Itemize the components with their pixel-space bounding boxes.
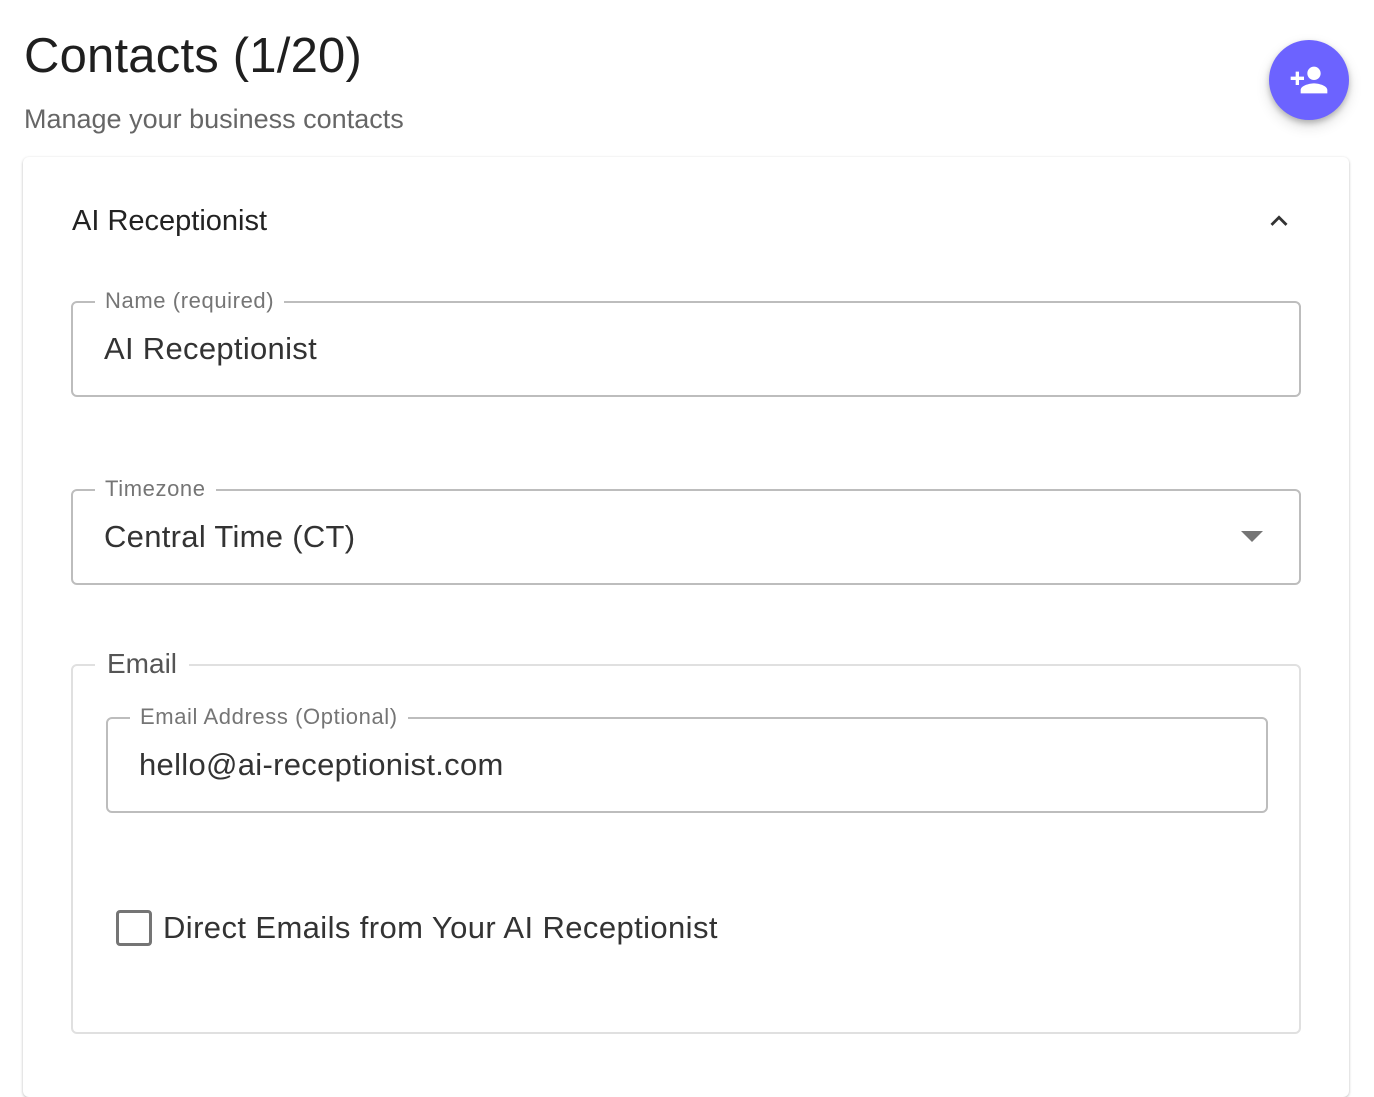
chevron-up-icon [1270, 215, 1288, 226]
contact-card-title: AI Receptionist [72, 205, 268, 237]
collapse-button[interactable] [1259, 201, 1299, 241]
name-field-value[interactable]: AI Receptionist [104, 303, 317, 395]
page-title: Contacts (1/20) [24, 29, 362, 83]
timezone-select[interactable]: Timezone Central Time (CT) [71, 476, 1301, 585]
direct-emails-checkbox[interactable] [116, 910, 152, 946]
email-field-value[interactable]: hello@ai-receptionist.com [139, 719, 504, 811]
timezone-select-value[interactable]: Central Time (CT) [104, 491, 355, 583]
email-group: Email Email Address (Optional) hello@ai-… [71, 647, 1301, 1034]
caret-down-icon[interactable] [1241, 531, 1263, 542]
direct-emails-checkbox-label[interactable]: Direct Emails from Your AI Receptionist [163, 910, 718, 946]
person-add-icon [1290, 66, 1328, 94]
name-field[interactable]: Name (required) AI Receptionist [71, 288, 1301, 397]
email-group-legend: Email [95, 647, 190, 681]
contact-card: AI Receptionist Name (required) AI Recep… [23, 157, 1349, 1097]
direct-emails-checkbox-row[interactable]: Direct Emails from Your AI Receptionist [116, 910, 718, 946]
email-field[interactable]: Email Address (Optional) hello@ai-recept… [106, 704, 1268, 813]
page-subtitle: Manage your business contacts [24, 104, 404, 134]
add-contact-button[interactable] [1269, 40, 1349, 120]
